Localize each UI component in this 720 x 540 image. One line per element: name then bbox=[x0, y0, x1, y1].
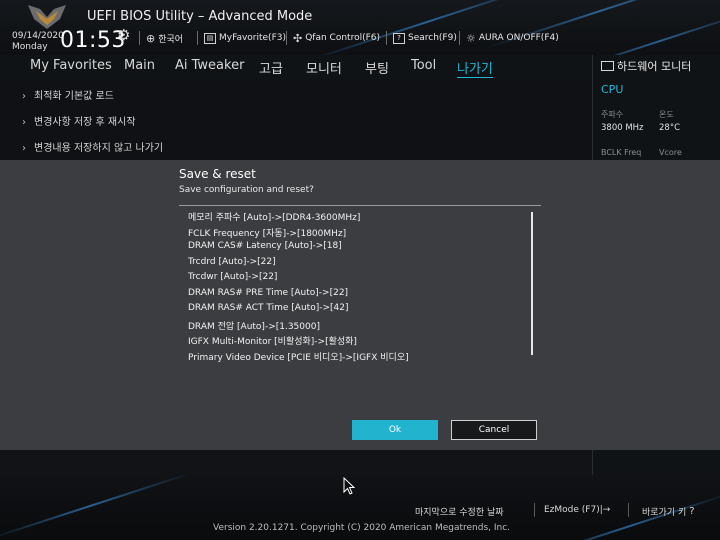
chevron-right-icon: › bbox=[22, 143, 26, 154]
footer-decoration bbox=[0, 475, 195, 540]
cpu-temperature-value: 28°C bbox=[659, 123, 681, 133]
header-divider bbox=[386, 31, 387, 45]
hotkeys-label: 바로가기 키 bbox=[642, 508, 687, 518]
date-display: 09/14/2020 Monday bbox=[12, 31, 64, 53]
change-item: DRAM 전압 [Auto]->[1.35000] bbox=[188, 322, 320, 332]
qfan-control-button[interactable]: ✣ Qfan Control(F6) bbox=[293, 31, 380, 45]
footer-bar: 마지막으로 수정한 날짜 EzMode (F7)|→ 바로가기 키 ? Vers… bbox=[0, 475, 720, 540]
qfan-control-label: Qfan Control(F6) bbox=[305, 33, 381, 43]
exit-menu-list: › 최적화 기본값 로드 › 변경사항 저장 후 재시작 › 변경내용 저장하지 않고… bbox=[0, 79, 592, 160]
cpu-temperature-label: 온도 bbox=[659, 110, 674, 119]
hardware-monitor-label: 하드웨어 모니터 bbox=[617, 60, 692, 73]
chevron-right-icon: › bbox=[22, 91, 26, 102]
tab-monitor[interactable]: 모니터 bbox=[306, 58, 342, 77]
myfavorite-icon: ▤ bbox=[204, 32, 216, 44]
version-text: Version 2.20.1271. Copyright (C) 2020 Am… bbox=[213, 523, 511, 533]
aura-toggle-button[interactable]: ☼ AURA ON/OFF(F4) bbox=[466, 31, 559, 45]
footer-divider bbox=[628, 503, 629, 517]
header-decoration bbox=[564, 9, 720, 55]
ezmode-label: EzMode (F7)|→ bbox=[544, 505, 611, 515]
clock-settings-gear-icon[interactable]: ⚙ bbox=[117, 26, 130, 44]
change-item: Trcdwr [Auto]->[22] bbox=[188, 272, 278, 282]
change-item: DRAM RAS# ACT Time [Auto]->[42] bbox=[188, 303, 349, 313]
tab-tool[interactable]: Tool bbox=[411, 58, 436, 73]
tab-advanced[interactable]: 고급 bbox=[259, 58, 283, 77]
tab-my-favorites[interactable]: My Favorites bbox=[30, 58, 112, 73]
cancel-button[interactable]: Cancel bbox=[451, 420, 537, 440]
search-button[interactable]: ? Search(F9) bbox=[393, 31, 457, 45]
hotkeys-button[interactable]: 바로가기 키 ? bbox=[642, 505, 695, 518]
header-bar: UEFI BIOS Utility – Advanced Mode 09/14/… bbox=[0, 0, 720, 55]
menu-item-label: 변경내용 저장하지 않고 나가기 bbox=[34, 143, 164, 154]
ok-button[interactable]: Ok bbox=[352, 420, 438, 440]
tab-boot[interactable]: 부팅 bbox=[365, 58, 389, 77]
change-item: DRAM CAS# Latency [Auto]->[18] bbox=[188, 241, 342, 251]
vcore-label: Vcore bbox=[659, 148, 682, 157]
menu-item-save-and-reset[interactable]: › 변경사항 저장 후 재시작 bbox=[22, 113, 136, 128]
cpu-section-title: CPU bbox=[601, 83, 624, 96]
help-area bbox=[0, 450, 592, 475]
changes-scrollbar[interactable] bbox=[531, 212, 533, 355]
help-icon: ? bbox=[689, 506, 695, 517]
change-item: DRAM RAS# PRE Time [Auto]->[22] bbox=[188, 288, 349, 298]
changes-list[interactable]: 메모리 주파수 [Auto]->[DDR4-3600MHz] FCLK Freq… bbox=[179, 206, 541, 363]
header-divider bbox=[197, 31, 198, 45]
globe-icon: ⊕ bbox=[146, 31, 156, 45]
header-divider bbox=[286, 31, 287, 45]
change-item: IGFX Multi-Monitor [비활성화]->[활성화] bbox=[188, 337, 357, 347]
bclk-frequency-label: BCLK Freq bbox=[601, 148, 642, 157]
main-tab-bar: My Favorites Main Ai Tweaker 고급 모니터 부팅 T… bbox=[0, 55, 592, 79]
search-label: Search(F9) bbox=[408, 33, 457, 43]
search-icon: ? bbox=[393, 32, 405, 44]
menu-item-load-optimized-defaults[interactable]: › 최적화 기본값 로드 bbox=[22, 87, 114, 102]
fan-icon: ✣ bbox=[293, 31, 303, 45]
menu-item-label: 변경사항 저장 후 재시작 bbox=[34, 117, 136, 128]
footer-divider bbox=[534, 503, 535, 517]
ezmode-button[interactable]: EzMode (F7)|→ bbox=[544, 505, 610, 515]
monitor-icon bbox=[601, 61, 614, 71]
cpu-frequency-label: 주파수 bbox=[601, 110, 624, 119]
last-modified-button[interactable]: 마지막으로 수정한 날짜 bbox=[415, 505, 504, 518]
change-item: FCLK Frequency [자동]->[1800MHz] bbox=[188, 229, 347, 239]
app-title: UEFI BIOS Utility – Advanced Mode bbox=[87, 9, 313, 24]
day-text: Monday bbox=[12, 42, 48, 52]
menu-item-label: 최적화 기본값 로드 bbox=[34, 91, 114, 102]
last-modified-label: 마지막으로 수정한 날짜 bbox=[415, 508, 504, 518]
aura-icon: ☼ bbox=[466, 31, 476, 45]
date-text: 09/14/2020 bbox=[12, 31, 64, 41]
dialog-title: Save & reset bbox=[179, 167, 256, 181]
mouse-pointer-icon bbox=[343, 477, 355, 495]
aura-label: AURA ON/OFF(F4) bbox=[478, 33, 559, 43]
header-divider bbox=[459, 31, 460, 45]
menu-item-discard-and-exit[interactable]: › 변경내용 저장하지 않고 나가기 bbox=[22, 139, 163, 154]
tab-ai-tweaker[interactable]: Ai Tweaker bbox=[175, 58, 244, 73]
myfavorite-label: MyFavorite(F3) bbox=[219, 33, 286, 43]
tuf-logo bbox=[28, 5, 66, 29]
hardware-monitor-title: 하드웨어 모니터 bbox=[601, 58, 691, 74]
header-decoration bbox=[306, 0, 554, 55]
language-label: 한국어 bbox=[158, 34, 184, 45]
language-button[interactable]: ⊕ 한국어 bbox=[146, 31, 183, 45]
header-divider bbox=[139, 31, 140, 45]
tab-exit[interactable]: 나가기 bbox=[457, 58, 493, 78]
change-item: Primary Video Device [PCIE 비디오]->[IGFX 비… bbox=[188, 353, 409, 363]
change-item: 메모리 주파수 [Auto]->[DDR4-3600MHz] bbox=[188, 213, 361, 223]
dialog-subtitle: Save configuration and reset? bbox=[179, 185, 314, 195]
myfavorite-button[interactable]: ▤ MyFavorite(F3) bbox=[204, 31, 286, 45]
cpu-frequency-value: 3800 MHz bbox=[601, 123, 644, 133]
change-item: Trcdrd [Auto]->[22] bbox=[188, 257, 276, 267]
chevron-right-icon: › bbox=[22, 117, 26, 128]
tab-main[interactable]: Main bbox=[124, 58, 155, 73]
